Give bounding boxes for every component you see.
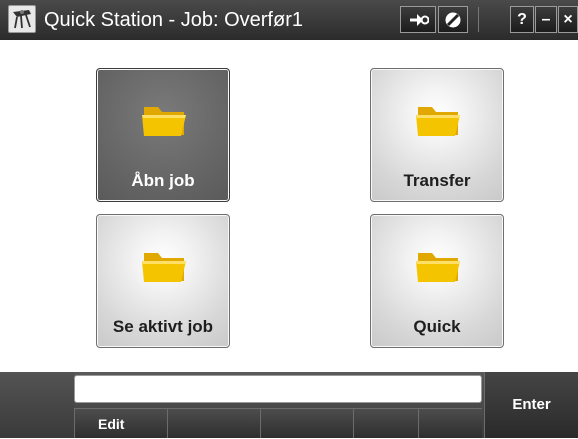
softkey-bar: Edit Enter	[0, 372, 578, 438]
active-job-tile[interactable]: Se aktivt job	[96, 214, 230, 348]
edit-softkey[interactable]: Edit	[74, 408, 167, 438]
minimize-button[interactable]: –	[535, 6, 557, 33]
softkey-2[interactable]	[167, 408, 260, 438]
open-job-tile[interactable]: Åbn job	[96, 68, 230, 202]
title-separator	[478, 7, 479, 32]
softkey-4[interactable]	[353, 408, 418, 438]
transfer-tile[interactable]: Transfer	[370, 68, 504, 202]
close-button[interactable]: ×	[558, 6, 578, 33]
tile-label: Se aktivt job	[112, 317, 214, 336]
softkey-row: Edit	[74, 408, 482, 438]
title-bar: Quick Station - Job: Overfør1 ? – ×	[0, 0, 578, 40]
tile-label: Quick	[413, 317, 461, 336]
help-button[interactable]: ?	[510, 6, 534, 33]
main-menu: Åbn job Transfer Se aktivt job Quick	[0, 40, 578, 372]
status-button[interactable]	[438, 6, 468, 33]
softkey-3[interactable]	[260, 408, 353, 438]
folder-icon	[142, 107, 186, 136]
arrow-right-icon	[410, 14, 429, 26]
window-title: Quick Station - Job: Overfør1	[44, 9, 303, 31]
tile-label: Transfer	[403, 171, 471, 190]
left-softkey-area	[0, 372, 74, 438]
quick-tile[interactable]: Quick	[370, 214, 504, 348]
folder-icon	[416, 107, 460, 136]
command-input[interactable]	[74, 375, 482, 403]
folder-icon	[416, 253, 460, 282]
no-signal-icon	[445, 12, 461, 28]
surveyor-icon[interactable]	[8, 5, 36, 33]
tile-label: Åbn job	[131, 171, 195, 190]
folder-icon	[142, 253, 186, 282]
softkey-5[interactable]	[418, 408, 482, 438]
enter-button[interactable]: Enter	[484, 372, 578, 438]
back-button[interactable]	[400, 6, 436, 33]
